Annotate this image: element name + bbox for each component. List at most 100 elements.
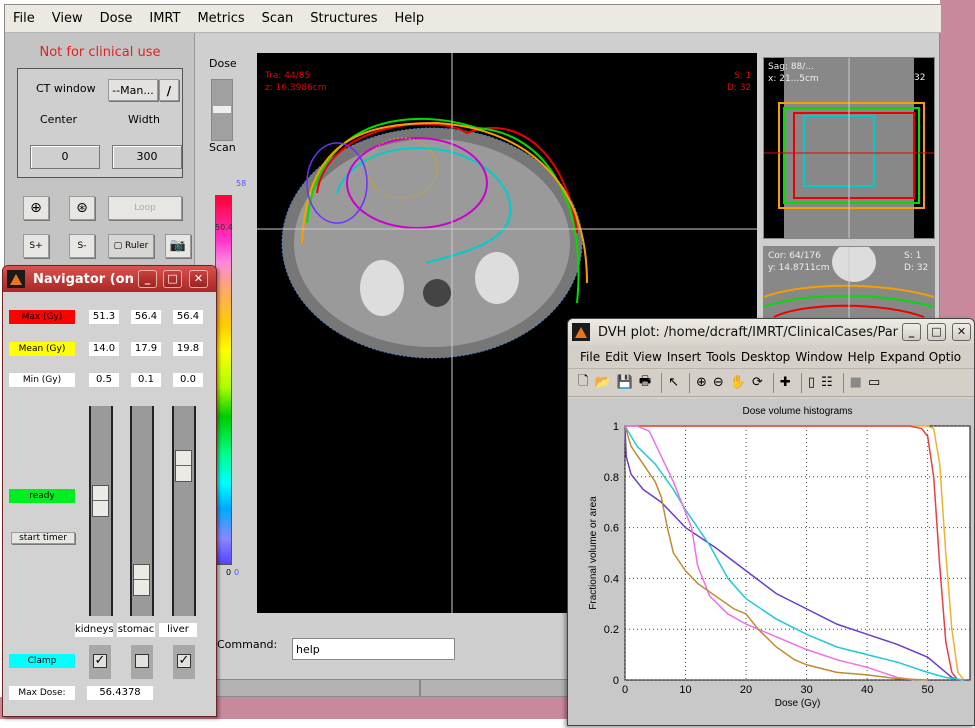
dvh-title: DVH plot: /home/dcraft/IMRT/ClinicalCase… — [598, 324, 898, 340]
show-plot-tools-icon[interactable]: ▭ — [868, 375, 880, 390]
colorbar-marker-label: 50.4 — [215, 223, 233, 232]
zoom-in-icon[interactable]: ⊕ — [696, 375, 707, 390]
dvh-menubar: File Edit View Insert Tools Desktop Wind… — [568, 345, 974, 369]
dvh-menu-insert[interactable]: Insert — [667, 350, 701, 364]
maximize-icon[interactable]: □ — [927, 323, 946, 341]
camera-button[interactable]: 📷 — [165, 234, 191, 258]
colorbar-icon[interactable]: ▯ — [808, 375, 815, 390]
dose-scan-slider[interactable] — [211, 79, 233, 141]
menu-imrt[interactable]: IMRT — [149, 11, 180, 26]
clamp-liver-checkbox[interactable]: ✓ — [177, 654, 191, 668]
zoom-out-icon[interactable]: ⊖ — [713, 375, 724, 390]
dvh-menu-expand[interactable]: Expand Optio — [880, 350, 961, 364]
dvh-titlebar[interactable]: DVH plot: /home/dcraft/IMRT/ClinicalCase… — [568, 319, 974, 345]
menu-view[interactable]: View — [52, 11, 83, 26]
y-tick-label: 0 — [613, 675, 619, 687]
zoom-in-button[interactable]: ⊕ — [23, 196, 49, 220]
x-tick-label: 40 — [861, 684, 873, 696]
dropdown-arrow-icon[interactable]: / — [159, 79, 179, 101]
dvh-menu-tools[interactable]: Tools — [706, 350, 736, 364]
x-tick-label: 10 — [679, 684, 691, 696]
dvh-menu-edit[interactable]: Edit — [605, 350, 628, 364]
dvh-menu-file[interactable]: File — [580, 350, 600, 364]
minimize-icon[interactable]: _ — [902, 323, 921, 341]
slice-d: D: 32 — [727, 83, 752, 93]
chart-title: Dose volume histograms — [742, 406, 852, 417]
dose-colorbar[interactable] — [215, 195, 232, 565]
clamp-kidneys-cell: ✓ — [89, 645, 111, 679]
command-label: Command: — [217, 638, 278, 651]
slice-info: Tra: 44/85 z: 16.3986cm — [265, 70, 327, 94]
menu-help[interactable]: Help — [395, 11, 425, 26]
start-timer-button[interactable]: start timer — [11, 532, 75, 544]
menu-metrics[interactable]: Metrics — [197, 11, 244, 26]
ruler-checkbox: ▢ — [113, 241, 126, 251]
ct-window-panel: CT window --Man... / Center Width 0 300 — [17, 68, 183, 178]
pan-hand-icon[interactable]: ✋ — [730, 375, 746, 390]
x-tick-label: 50 — [922, 684, 934, 696]
command-input[interactable] — [292, 638, 455, 660]
menu-file[interactable]: File — [13, 11, 35, 26]
dvh-menu-view[interactable]: View — [633, 350, 661, 364]
slider-liver[interactable] — [172, 406, 196, 616]
clamp-stomach-checkbox[interactable] — [135, 654, 149, 668]
menu-scan[interactable]: Scan — [262, 11, 294, 26]
minimize-icon[interactable]: _ — [138, 270, 157, 288]
close-icon[interactable]: ✕ — [189, 270, 208, 288]
min-kidneys: 0.5 — [89, 373, 119, 387]
x-tick-label: 20 — [740, 684, 752, 696]
loop-button[interactable]: Loop — [108, 196, 182, 220]
slider-thumb-stomach[interactable] — [133, 564, 150, 597]
clamp-kidneys-checkbox[interactable]: ✓ — [93, 654, 107, 668]
dvh-menu-desktop[interactable]: Desktop — [741, 350, 791, 364]
matlab-logo-icon — [572, 323, 590, 341]
coronal-view[interactable]: Cor: 64/176 y: 14.8711cm S: 1 D: 32 — [763, 242, 935, 321]
y-tick-label: 1 — [613, 421, 619, 433]
rotate-3d-icon[interactable]: ⟳ — [752, 375, 763, 390]
ct-window-label: CT window — [36, 82, 96, 95]
colorbar-min-label: 0 — [226, 568, 232, 577]
menu-dose[interactable]: Dose — [100, 11, 133, 26]
close-icon[interactable]: ✕ — [952, 323, 971, 341]
structure-liver: liver — [159, 623, 197, 637]
max-dose-value: 56.4378 — [87, 686, 153, 700]
center-field[interactable]: 0 — [30, 145, 100, 169]
maximize-icon[interactable]: □ — [163, 270, 182, 288]
hide-plot-tools-icon[interactable]: ■ — [850, 375, 862, 390]
new-file-icon[interactable]: 🗋 — [578, 372, 588, 394]
dvh-menu-help[interactable]: Help — [848, 350, 875, 364]
y-tick-label: 0.8 — [604, 472, 619, 484]
data-cursor-icon[interactable]: ✚ — [780, 375, 791, 390]
dvh-chart: 0 10 20 30 40 50 0 0.2 0.4 0.6 0.8 1 Dose volume his… — [588, 406, 971, 709]
dose-scan-thumb[interactable] — [213, 106, 231, 113]
width-field[interactable]: 300 — [112, 145, 182, 169]
slider-thumb-kidneys[interactable] — [92, 485, 109, 518]
zoom-reset-button[interactable]: ⊛ — [69, 196, 95, 220]
dvh-toolbar: 🗋 📂 💾 🖶 ↖ ⊕ ⊖ ✋ ⟳ ✚ ▯ ☷ ■ ▭ — [568, 369, 974, 397]
slice-plus-button[interactable]: S+ — [23, 234, 49, 258]
open-folder-icon[interactable]: 📂 — [594, 375, 610, 390]
sagittal-view[interactable]: Sag: 88/... x: 21...5cm 32 — [763, 57, 935, 239]
toolbar-separator — [661, 372, 663, 393]
slice-minus-button[interactable]: S- — [69, 234, 95, 258]
navigator-titlebar[interactable]: Navigator (on si _ □ ✕ — [3, 266, 216, 292]
coronal-slice: Cor: 64/176 — [768, 251, 821, 261]
min-dose-tag: Min (Gy) — [9, 373, 75, 387]
menu-structures[interactable]: Structures — [310, 11, 377, 26]
clinical-warning: Not for clinical use — [39, 45, 161, 60]
navigator-title: Navigator (on si — [33, 271, 151, 287]
slider-stomach[interactable] — [130, 406, 154, 616]
pointer-icon[interactable]: ↖ — [668, 375, 679, 390]
slider-kidneys[interactable] — [89, 406, 113, 616]
dvh-window: DVH plot: /home/dcraft/IMRT/ClinicalCase… — [567, 318, 975, 726]
clamp-liver-cell: ✓ — [173, 645, 195, 679]
ruler-toggle[interactable]: ▢ Ruler — [108, 234, 154, 258]
dose-label: Dose — [209, 57, 237, 70]
print-icon[interactable]: 🖶 — [639, 372, 651, 394]
save-icon[interactable]: 💾 — [617, 375, 633, 390]
ct-preset-select[interactable]: --Man... — [108, 79, 158, 101]
dvh-menu-window[interactable]: Window — [795, 350, 842, 364]
mean-liver: 19.8 — [173, 342, 203, 356]
slider-thumb-liver[interactable] — [175, 450, 192, 482]
legend-icon[interactable]: ☷ — [821, 375, 833, 390]
